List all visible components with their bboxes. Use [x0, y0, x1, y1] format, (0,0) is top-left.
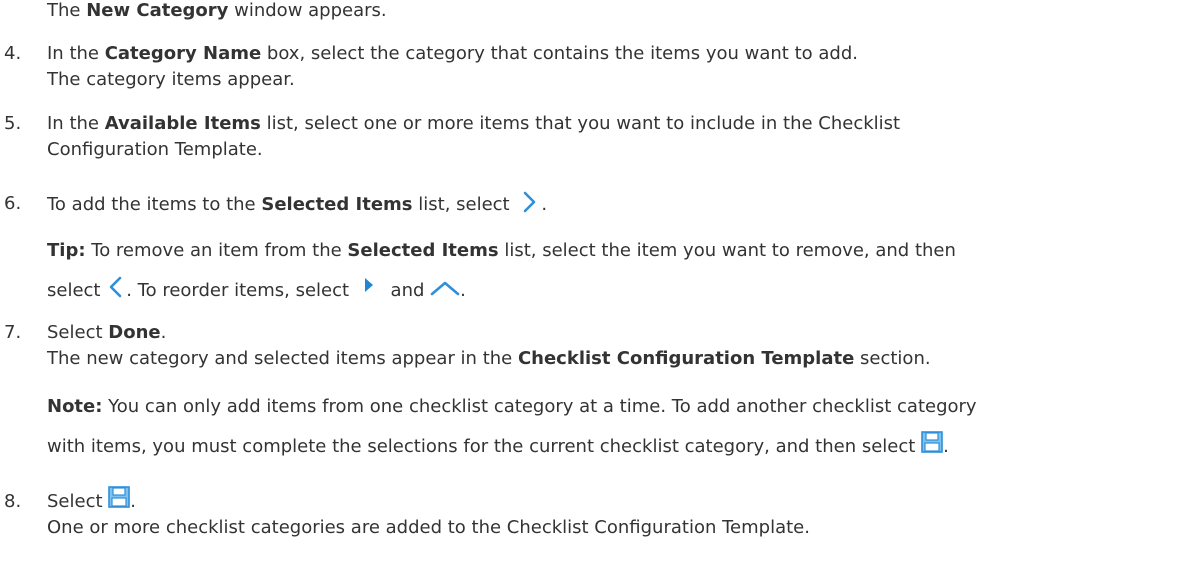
- step-5-text: In the Available Items list, select one …: [47, 113, 900, 135]
- selected-items-ui-label: Selected Items: [261, 194, 413, 215]
- chevron-left-icon: [108, 275, 124, 299]
- checklist-config-template-ui-label: Checklist Configuration Template: [517, 348, 855, 369]
- chevron-right-icon: [521, 190, 537, 214]
- step-7-result-a: The new category and selected items appe…: [47, 348, 518, 369]
- note-text-a: You can only add items from one checklis…: [102, 396, 977, 417]
- step-5-text-a: In the: [47, 113, 105, 134]
- step-6-number: 6.: [4, 193, 22, 214]
- step-7-result-b: section.: [854, 348, 931, 369]
- step-7-result: The new category and selected items appe…: [47, 348, 931, 370]
- tip-label: Tip:: [47, 240, 86, 261]
- save-icon: [108, 486, 131, 508]
- caret-right-icon: [364, 278, 373, 292]
- step-5-text-cont: Configuration Template.: [47, 139, 263, 160]
- step-7-text-b: .: [160, 322, 167, 343]
- tip-text-a: To remove an item from the: [85, 240, 348, 261]
- step-6-text: To add the items to the Selected Items l…: [47, 190, 548, 217]
- note-line-1: Note: You can only add items from one ch…: [47, 396, 977, 418]
- step-8-text: Select .: [47, 486, 136, 513]
- tip-selected-items-ui-label: Selected Items: [347, 240, 499, 261]
- step-6-text-c: .: [541, 194, 548, 215]
- step-8-text-a: Select: [47, 491, 109, 512]
- step-7-text-a: Select: [47, 322, 109, 343]
- intro-text: The: [47, 0, 87, 21]
- step-6-text-b: list, select: [412, 194, 516, 215]
- intro-text-end: window appears.: [228, 0, 387, 21]
- step-7-text: Select Done.: [47, 322, 166, 344]
- chevron-up-icon: [430, 280, 460, 296]
- tip-text-e: and: [384, 280, 431, 301]
- note-label: Note:: [47, 396, 103, 417]
- step-4-number: 4.: [4, 43, 22, 64]
- done-ui-label: Done: [108, 322, 161, 343]
- tip-text-d: . To reorder items, select: [126, 280, 355, 301]
- step-8-result: One or more checklist categories are add…: [47, 517, 810, 538]
- step-6-text-a: To add the items to the: [47, 194, 262, 215]
- note-text-b: with items, you must complete the select…: [47, 436, 922, 457]
- save-icon: [921, 431, 943, 453]
- note-line-2: with items, you must complete the select…: [47, 431, 949, 458]
- tip-text-f: .: [460, 280, 466, 301]
- step-5-text-b: list, select one or more items that you …: [260, 113, 901, 134]
- step-7-number: 7.: [4, 322, 22, 343]
- step-5-number: 5.: [4, 113, 22, 134]
- step-8-number: 8.: [4, 491, 22, 512]
- step-8-text-b: .: [130, 491, 136, 512]
- intro-line: The New Category window appears.: [47, 0, 387, 22]
- step-4-text-b: box, select the category that contains t…: [261, 43, 858, 64]
- new-category-window-name: New Category: [86, 0, 229, 21]
- tip-text-c: select: [47, 280, 107, 301]
- tip-line-2: select . To reorder items, select and .: [47, 276, 466, 303]
- note-text-c: .: [943, 436, 949, 457]
- step-4-text-a: In the: [47, 43, 105, 64]
- tip-text-b: list, select the item you want to remove…: [498, 240, 956, 261]
- category-name-ui-label: Category Name: [104, 43, 262, 64]
- available-items-ui-label: Available Items: [104, 113, 261, 134]
- step-4-result: The category items appear.: [47, 69, 295, 90]
- step-4-text: In the Category Name box, select the cat…: [47, 43, 858, 65]
- tip-line-1: Tip: To remove an item from the Selected…: [47, 240, 956, 262]
